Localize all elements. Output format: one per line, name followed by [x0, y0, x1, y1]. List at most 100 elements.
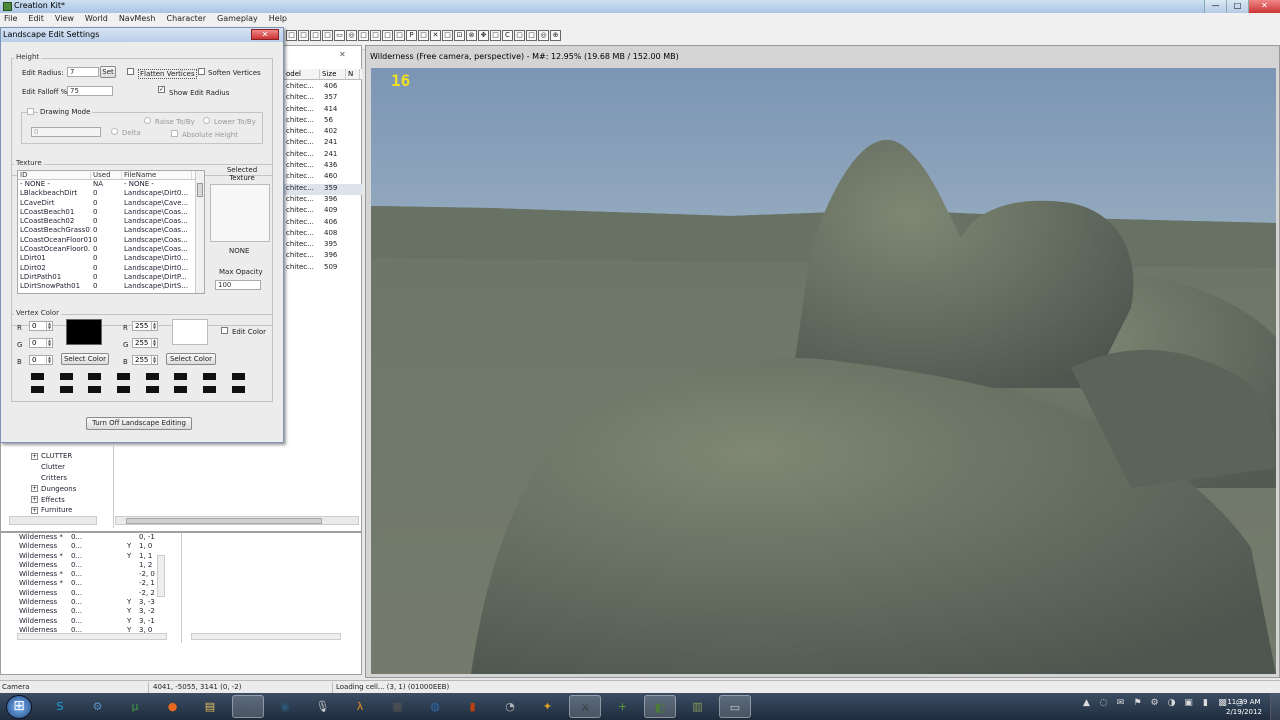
- cell-row[interactable]: Wilderness 0... Y 3, -2: [19, 607, 167, 616]
- skype-icon[interactable]: S: [44, 695, 76, 718]
- cell-row[interactable]: Wilderness * 0... Y 1, 1: [19, 552, 167, 561]
- flatten-vertices-checkbox[interactable]: [127, 68, 134, 75]
- expand-icon[interactable]: +: [31, 485, 38, 493]
- object-row[interactable]: chitec... 402: [284, 127, 362, 138]
- tray-icon[interactable]: ✉: [1114, 697, 1127, 710]
- palette-swatch[interactable]: [174, 386, 188, 393]
- edit-falloff-input[interactable]: 75: [67, 86, 113, 96]
- texture-row[interactable]: LCoastBeach02 0 Landscape\Coas...: [18, 217, 204, 226]
- cell-row[interactable]: Wilderness * 0... -2, 0: [19, 570, 167, 579]
- palette-swatch[interactable]: [145, 373, 159, 380]
- palette-swatch[interactable]: [88, 373, 102, 380]
- object-window-close-icon[interactable]: ✕: [339, 50, 346, 59]
- toolbar-button[interactable]: □: [526, 30, 537, 41]
- object-row[interactable]: chitec... 241: [284, 138, 362, 149]
- toolbar-button[interactable]: □: [310, 30, 321, 41]
- steam-icon[interactable]: ♨: [231, 695, 264, 718]
- toolbar-button[interactable]: ⊕: [550, 30, 561, 41]
- object-row[interactable]: chitec... 414: [284, 105, 362, 116]
- creation-kit-icon[interactable]: ◧: [644, 695, 676, 718]
- edit-radius-input[interactable]: 7: [67, 67, 99, 77]
- raise-radio[interactable]: [144, 117, 151, 124]
- menu-view[interactable]: View: [55, 13, 74, 24]
- dialog-close-button[interactable]: ✕: [251, 29, 279, 40]
- network-icon[interactable]: ⚙: [82, 695, 114, 718]
- right-select-color-button[interactable]: Select Color: [166, 353, 216, 365]
- right-g-spinner[interactable]: 255 ▲ ▼: [132, 338, 158, 348]
- left-g-spinner[interactable]: 0 ▲ ▼: [29, 338, 53, 348]
- left-color-swatch[interactable]: [66, 319, 102, 345]
- cell-row[interactable]: Wilderness 0... Y 3, -3: [19, 598, 167, 607]
- texture-column-used[interactable]: Used: [91, 171, 122, 179]
- texture-row[interactable]: LDirtSnowPath01 0 Landscape\DirtS...: [18, 282, 204, 291]
- drawing-mode-checkbox[interactable]: [27, 108, 34, 115]
- texture-row[interactable]: LCoastOceanFloor01 0 Landscape\Coas...: [18, 236, 204, 245]
- object-row[interactable]: chitec... 509: [284, 263, 362, 274]
- texture-row[interactable]: LDirt02 0 Landscape\Dirt0...: [18, 264, 204, 273]
- tray-icon[interactable]: ⚙: [1148, 697, 1161, 710]
- toolbar-button[interactable]: ▭: [334, 30, 345, 41]
- right-b-spinner[interactable]: 255 ▲ ▼: [132, 355, 158, 365]
- soften-vertices-label[interactable]: Soften Vertices: [208, 69, 261, 77]
- toolbar-button[interactable]: □: [322, 30, 333, 41]
- cell-row[interactable]: Wilderness 0... 1, 2: [19, 561, 167, 570]
- show-edit-radius-checkbox[interactable]: ✓: [158, 86, 165, 93]
- notes-icon[interactable]: ▥: [682, 695, 714, 718]
- toolbar-button[interactable]: □: [370, 30, 381, 41]
- texture-list-scrollbar[interactable]: [195, 171, 204, 293]
- clock[interactable]: 11:39 AM 2/19/2012: [1226, 697, 1262, 717]
- palette-swatch[interactable]: [31, 386, 44, 393]
- app-icon-7[interactable]: ◉: [269, 695, 301, 718]
- utorrent-icon[interactable]: µ: [119, 695, 151, 718]
- half-life-icon[interactable]: λ: [344, 695, 376, 718]
- menu-character[interactable]: Character: [167, 13, 207, 24]
- object-row[interactable]: chitec... 396: [284, 195, 362, 206]
- tray-icon[interactable]: ▣: [1182, 697, 1195, 710]
- delta-radio[interactable]: [111, 128, 118, 135]
- flatten-vertices-label[interactable]: Flatten Vertices: [138, 69, 197, 79]
- toolbar-button[interactable]: ▢: [514, 30, 525, 41]
- texture-row[interactable]: LCaveDirt 0 Landscape\Cave...: [18, 199, 204, 208]
- object-row[interactable]: chitec... 56: [284, 116, 362, 127]
- menu-gameplay[interactable]: Gameplay: [217, 13, 258, 24]
- lower-radio[interactable]: [203, 117, 210, 124]
- cell-row[interactable]: Wilderness * 0... 0, -1: [19, 533, 167, 542]
- spinner-arrows[interactable]: ▲ ▼: [46, 339, 52, 347]
- maximize-button[interactable]: □: [1226, 0, 1248, 13]
- minimize-button[interactable]: —: [1204, 0, 1226, 13]
- tree-item[interactable]: + Dungeons: [31, 483, 111, 494]
- scroll-thumb[interactable]: [126, 518, 322, 524]
- left-b-spinner[interactable]: 0 ▲ ▼: [29, 355, 53, 365]
- spinner-arrows[interactable]: ▲ ▼: [46, 322, 52, 330]
- media-icon[interactable]: ▦: [382, 695, 414, 718]
- cell-row[interactable]: Wilderness * 0... -2, 1: [19, 579, 167, 588]
- right-color-swatch[interactable]: [172, 319, 208, 345]
- object-row[interactable]: chitec... 241: [284, 150, 362, 161]
- close-button[interactable]: ✕: [1248, 0, 1280, 13]
- texture-column-id[interactable]: ID: [18, 171, 91, 179]
- menu-navmesh[interactable]: NavMesh: [119, 13, 156, 24]
- tray-icon[interactable]: ▲: [1080, 697, 1093, 710]
- tree-hscrollbar[interactable]: [9, 516, 97, 525]
- palette-swatch[interactable]: [203, 386, 217, 393]
- cell-list-hscrollbar[interactable]: [17, 633, 167, 640]
- toolbar-button[interactable]: ✥: [478, 30, 489, 41]
- menu-edit[interactable]: Edit: [28, 13, 44, 24]
- show-edit-radius-label[interactable]: Show Edit Radius: [169, 89, 229, 97]
- texture-row[interactable]: LDirtPath01 0 Landscape\DirtP...: [18, 273, 204, 282]
- clock-icon[interactable]: ◔: [494, 695, 526, 718]
- microphone-icon[interactable]: 🎙: [307, 695, 339, 718]
- menu-file[interactable]: File: [4, 13, 17, 24]
- texture-row[interactable]: LDirt01 0 Landscape\Dirt0...: [18, 254, 204, 263]
- left-r-spinner[interactable]: 0 ▲ ▼: [29, 321, 53, 331]
- texture-row[interactable]: LCoastBeachGrass01 0 Landscape\Coas...: [18, 226, 204, 235]
- column-size[interactable]: Size: [320, 69, 346, 79]
- tree-item[interactable]: + CLUTTER: [31, 451, 111, 462]
- object-row[interactable]: chitec... 396: [284, 251, 362, 262]
- toolbar-button[interactable]: ⊗: [466, 30, 477, 41]
- object-row[interactable]: chitec... 395: [284, 240, 362, 251]
- spinner-arrows[interactable]: ▲ ▼: [151, 339, 157, 347]
- spinner-arrows[interactable]: ▲ ▼: [46, 356, 52, 364]
- object-row[interactable]: chitec... 460: [284, 172, 362, 183]
- texture-row[interactable]: - NONE - NA - NONE -: [18, 180, 204, 189]
